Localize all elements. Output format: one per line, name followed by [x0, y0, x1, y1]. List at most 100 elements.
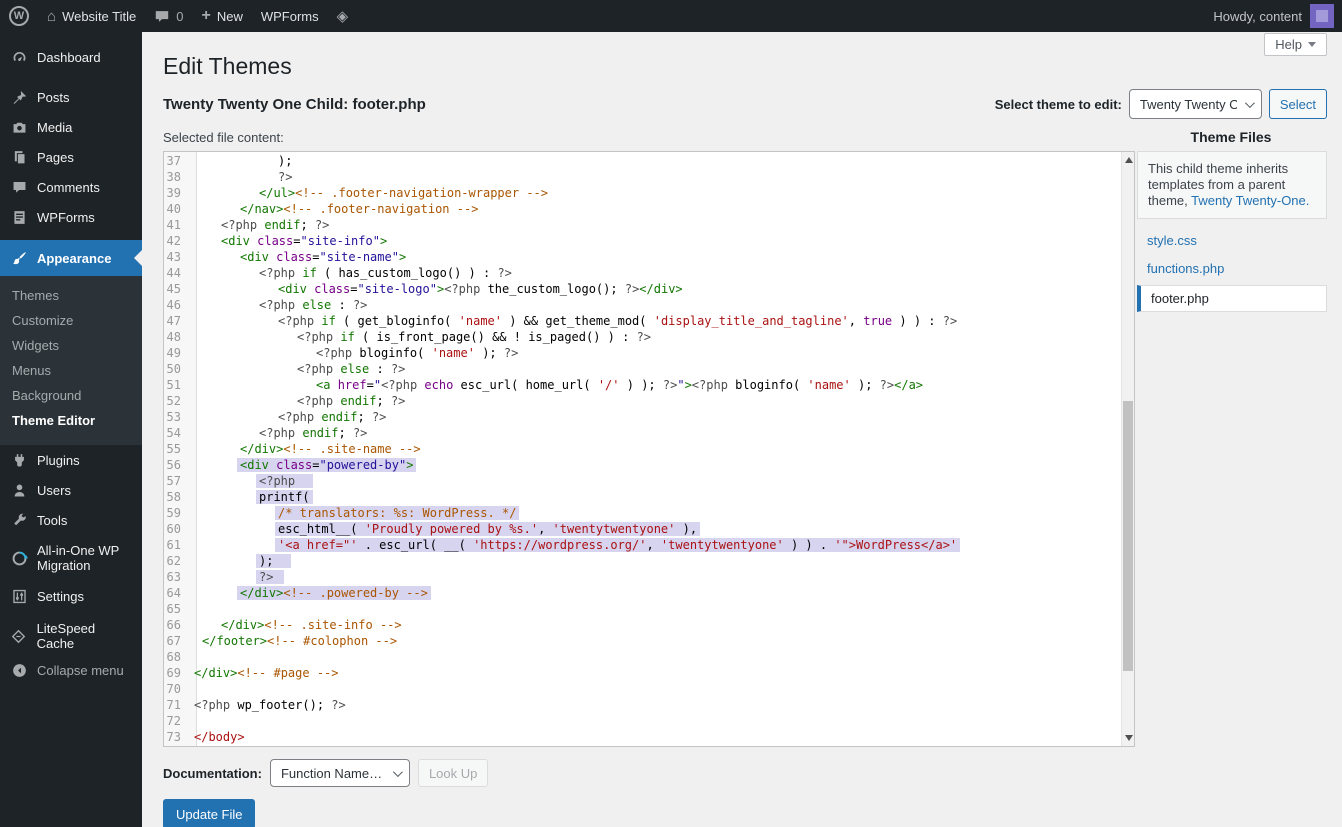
documentation-select[interactable]: Function Name… — [270, 759, 410, 787]
theme-select[interactable]: Twenty Twenty One — [1129, 89, 1262, 119]
code-line[interactable]: 73</body> — [164, 729, 1134, 745]
lookup-button[interactable]: Look Up — [418, 759, 488, 787]
line-number: 39 — [164, 185, 189, 201]
update-file-button[interactable]: Update File — [163, 799, 255, 827]
chevron-down-icon — [393, 767, 403, 777]
wrench-icon — [10, 512, 28, 529]
line-number: 71 — [164, 697, 189, 713]
sidebar-item-all-in-one-wp-migration[interactable]: All-in-One WP Migration — [0, 535, 142, 581]
file-link-footer-php-active[interactable]: footer.php — [1137, 285, 1327, 312]
code-line[interactable]: 55 </div><!-- .site-name --> — [164, 441, 1134, 457]
submenu-item-menus[interactable]: Menus — [0, 358, 142, 383]
code-line[interactable]: 58 printf( — [164, 489, 1134, 505]
submenu-item-customize[interactable]: Customize — [0, 308, 142, 333]
sidebar-item-pages[interactable]: Pages — [0, 142, 142, 172]
scroll-down-icon[interactable] — [1125, 735, 1133, 741]
sidebar-item-posts[interactable]: Posts — [0, 82, 142, 112]
code-lines: 37 );38 ?>39 </ul><!-- .footer-navigatio… — [164, 153, 1134, 745]
code-line[interactable]: 43 <div class="site-name"> — [164, 249, 1134, 265]
parent-theme-link[interactable]: Twenty Twenty-One. — [1191, 193, 1309, 208]
code-line[interactable]: 49 <?php bloginfo( 'name' ); ?> — [164, 345, 1134, 361]
new-content-menu[interactable]: + New — [192, 0, 251, 32]
code-line[interactable]: 46 <?php else : ?> — [164, 297, 1134, 313]
line-number: 68 — [164, 649, 189, 665]
code-line[interactable]: 71<?php wp_footer(); ?> — [164, 697, 1134, 713]
code-line[interactable]: 45 <div class="site-logo"><?php the_cust… — [164, 281, 1134, 297]
sidebar-item-litespeed-cache[interactable]: LiteSpeed Cache — [0, 621, 142, 651]
theme-select-group: Select theme to edit: Twenty Twenty One … — [995, 89, 1327, 119]
new-label: New — [217, 9, 243, 24]
user-icon — [10, 482, 28, 499]
code-line[interactable]: 59 /* translators: %s: WordPress. */ — [164, 505, 1134, 521]
select-theme-button[interactable]: Select — [1269, 89, 1327, 119]
editor-scrollbar[interactable] — [1121, 152, 1134, 746]
sidebar-label: Posts — [37, 90, 70, 105]
brush-icon — [10, 250, 28, 267]
line-number: 63 — [164, 569, 189, 585]
sidebar-item-tools[interactable]: Tools — [0, 505, 142, 535]
code-line[interactable]: 39 </ul><!-- .footer-navigation-wrapper … — [164, 185, 1134, 201]
sidebar-item-dashboard[interactable]: Dashboard — [0, 42, 142, 72]
code-line[interactable]: 38 ?> — [164, 169, 1134, 185]
submenu-item-theme-editor[interactable]: Theme Editor — [0, 408, 142, 433]
code-line[interactable]: 70 — [164, 681, 1134, 697]
code-line[interactable]: 44 <?php if ( has_custom_logo() ) : ?> — [164, 265, 1134, 281]
code-line[interactable]: 61 '<a href="' . esc_url( __( 'https://w… — [164, 537, 1134, 553]
wordpress-menu[interactable]: W — [0, 0, 38, 32]
code-line[interactable]: 65 — [164, 601, 1134, 617]
theme-files-heading: Theme Files — [1135, 129, 1327, 145]
code-line[interactable]: 50 <?php else : ?> — [164, 361, 1134, 377]
sidebar-label: Settings — [37, 589, 84, 604]
code-line[interactable]: 54 <?php endif; ?> — [164, 425, 1134, 441]
line-number: 43 — [164, 249, 189, 265]
submenu-item-widgets[interactable]: Widgets — [0, 333, 142, 358]
sidebar-item-appearance[interactable]: Appearance — [0, 240, 142, 276]
code-line[interactable]: 42 <div class="site-info"> — [164, 233, 1134, 249]
code-line[interactable]: 57 <?php — [164, 473, 1134, 489]
code-line[interactable]: 51 <a href="<?php echo esc_url( home_url… — [164, 377, 1134, 393]
home-icon: ⌂ — [47, 8, 56, 25]
code-line[interactable]: 69</div><!-- #page --> — [164, 665, 1134, 681]
sidebar-label: Comments — [37, 180, 100, 195]
line-number: 72 — [164, 713, 189, 729]
help-button[interactable]: Help — [1264, 33, 1327, 56]
account-menu[interactable]: Howdy, content — [1213, 4, 1342, 28]
sidebar-item-users[interactable]: Users — [0, 475, 142, 505]
sidebar-label: Pages — [37, 150, 74, 165]
code-line[interactable]: 40 </nav><!-- .footer-navigation --> — [164, 201, 1134, 217]
code-editor[interactable]: 37 );38 ?>39 </ul><!-- .footer-navigatio… — [163, 151, 1135, 747]
documentation-select-value: Function Name… — [281, 766, 382, 781]
migration-icon — [10, 550, 28, 567]
site-link[interactable]: ⌂ Website Title — [38, 0, 145, 32]
code-line[interactable]: 68 — [164, 649, 1134, 665]
code-line[interactable]: 37 ); — [164, 153, 1134, 169]
scroll-up-icon[interactable] — [1125, 157, 1133, 163]
submenu-item-themes[interactable]: Themes — [0, 283, 142, 308]
code-line[interactable]: 66 </div><!-- .site-info --> — [164, 617, 1134, 633]
litespeed-adminbar-item[interactable]: ◈ — [328, 0, 358, 32]
code-line[interactable]: 64 </div><!-- .powered-by --> — [164, 585, 1134, 601]
code-line[interactable]: 56 <div class="powered-by"> — [164, 457, 1134, 473]
code-line[interactable]: 48 <?php if ( is_front_page() && ! is_pa… — [164, 329, 1134, 345]
code-line[interactable]: 67 </footer><!-- #colophon --> — [164, 633, 1134, 649]
submenu-item-background[interactable]: Background — [0, 383, 142, 408]
sidebar-item-comments[interactable]: Comments — [0, 172, 142, 202]
code-line[interactable]: 62 ); — [164, 553, 1134, 569]
wpforms-adminbar-item[interactable]: WPForms — [252, 0, 328, 32]
scrollbar-thumb[interactable] — [1123, 401, 1133, 671]
code-line[interactable]: 47 <?php if ( get_bloginfo( 'name' ) && … — [164, 313, 1134, 329]
sidebar-item-media[interactable]: Media — [0, 112, 142, 142]
file-link-style-css[interactable]: style.css — [1137, 228, 1327, 253]
code-line[interactable]: 41 <?php endif; ?> — [164, 217, 1134, 233]
sidebar-item-wpforms[interactable]: WPForms — [0, 202, 142, 232]
code-line[interactable]: 72 — [164, 713, 1134, 729]
sidebar-item-settings[interactable]: Settings — [0, 581, 142, 611]
sidebar-item-collapse-menu[interactable]: Collapse menu — [0, 655, 142, 685]
comments-shortcut[interactable]: 0 — [145, 0, 192, 32]
code-line[interactable]: 60 esc_html__( 'Proudly powered by %s.',… — [164, 521, 1134, 537]
code-line[interactable]: 53 <?php endif; ?> — [164, 409, 1134, 425]
file-link-functions-php[interactable]: functions.php — [1137, 256, 1327, 281]
code-line[interactable]: 52 <?php endif; ?> — [164, 393, 1134, 409]
sidebar-item-plugins[interactable]: Plugins — [0, 445, 142, 475]
code-line[interactable]: 63 ?> — [164, 569, 1134, 585]
